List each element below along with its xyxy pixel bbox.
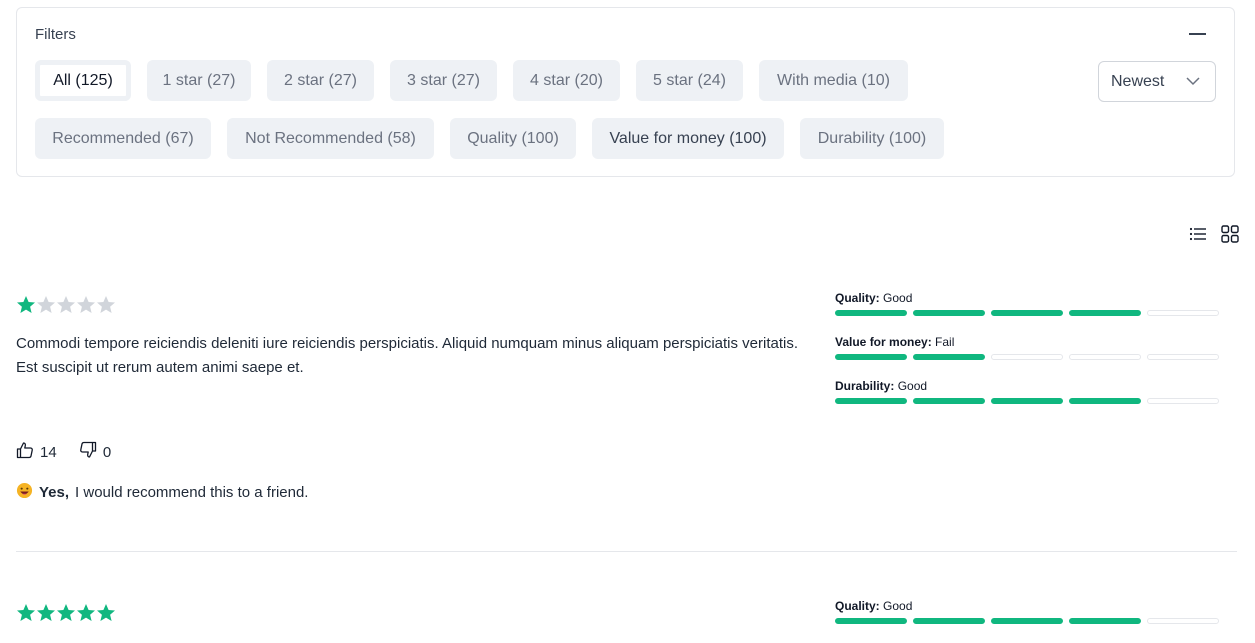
grid-view-icon[interactable] bbox=[1221, 225, 1239, 248]
filters-panel: Filters All (125) 1 star (27) 2 star (27… bbox=[16, 7, 1235, 177]
rating-bar-segment bbox=[835, 310, 907, 316]
filter-chip-4-star[interactable]: 4 star (20) bbox=[513, 60, 620, 101]
chevron-down-icon bbox=[1185, 73, 1201, 94]
filter-chip-all[interactable]: All (125) bbox=[35, 60, 131, 101]
rating-bar-segment bbox=[991, 354, 1063, 360]
rating-label: Durability: bbox=[835, 379, 895, 393]
helpful-count: 14 bbox=[40, 443, 57, 461]
rating-value: Fail bbox=[935, 335, 955, 349]
rating-bar-segment bbox=[1069, 398, 1141, 404]
list-view-icon[interactable] bbox=[1189, 225, 1207, 248]
attribute-ratings: Quality: Good Value for money: Fail Dura… bbox=[835, 291, 1221, 423]
rating-value: Good bbox=[883, 599, 913, 613]
sort-select[interactable]: Newest bbox=[1098, 61, 1216, 102]
rating-bar-segment bbox=[991, 398, 1063, 404]
rating-bar-segment bbox=[913, 354, 985, 360]
star-filled-icon bbox=[36, 603, 56, 623]
filter-chip-durability[interactable]: Durability (100) bbox=[800, 118, 944, 159]
rating-value: Good bbox=[897, 379, 928, 393]
rating-bar-segment bbox=[835, 354, 907, 360]
thumbs-up-icon bbox=[16, 441, 34, 463]
vote-buttons: 14 0 bbox=[16, 441, 129, 463]
star-rating bbox=[16, 295, 116, 315]
rating-bar-segment bbox=[1069, 354, 1141, 360]
rating-label: Quality: bbox=[835, 291, 880, 305]
star-filled-icon bbox=[76, 603, 96, 623]
rating-durability: Durability: Good bbox=[835, 379, 1221, 423]
rating-bars bbox=[835, 398, 1219, 404]
rating-bars bbox=[835, 354, 1219, 360]
star-empty-icon bbox=[56, 295, 76, 315]
rating-bar-segment bbox=[1069, 310, 1141, 316]
filter-chip-not-recommended[interactable]: Not Recommended (58) bbox=[227, 118, 434, 159]
rating-label: Quality: bbox=[835, 599, 880, 613]
filters-title: Filters bbox=[35, 26, 76, 43]
rating-bars bbox=[835, 618, 1219, 624]
recommendation: Yes, I would recommend this to a friend. bbox=[16, 482, 308, 503]
helpful-button[interactable]: 14 bbox=[16, 441, 57, 463]
filter-chip-value-for-money[interactable]: Value for money (100) bbox=[592, 118, 784, 159]
review-text: Commodi tempore reiciendis deleniti iure… bbox=[16, 335, 799, 376]
star-filled-icon bbox=[56, 603, 76, 623]
rating-bar-segment bbox=[991, 310, 1063, 316]
filter-chip-recommended[interactable]: Recommended (67) bbox=[35, 118, 211, 159]
filter-chip-2-star[interactable]: 2 star (27) bbox=[267, 60, 374, 101]
rating-value: Good bbox=[883, 291, 913, 305]
rating-bar-segment bbox=[913, 398, 985, 404]
rating-label: Value for money: bbox=[835, 335, 932, 349]
rating-bar-segment bbox=[835, 398, 907, 404]
rating-bar-segment bbox=[1069, 618, 1141, 624]
filter-chip-1-star[interactable]: 1 star (27) bbox=[147, 60, 251, 101]
recommend-text: I would recommend this to a friend. bbox=[75, 484, 309, 501]
not-helpful-count: 0 bbox=[102, 443, 112, 461]
collapse-icon[interactable] bbox=[1189, 33, 1206, 35]
rating-bar-segment bbox=[835, 618, 907, 624]
rating-quality: Quality: Good bbox=[835, 599, 1221, 643]
filter-chip-5-star[interactable]: 5 star (24) bbox=[636, 60, 743, 101]
recommend-yes: Yes, bbox=[39, 484, 70, 501]
rating-value-for-money: Value for money: Fail bbox=[835, 335, 1221, 379]
star-rating bbox=[16, 603, 116, 623]
rating-quality: Quality: Good bbox=[835, 291, 1221, 335]
rating-bar-segment bbox=[913, 618, 985, 624]
rating-bar-segment bbox=[1147, 618, 1219, 624]
filter-chip-with-media[interactable]: With media (10) bbox=[759, 60, 908, 101]
rating-bar-segment bbox=[1147, 398, 1219, 404]
star-filled-icon bbox=[16, 603, 36, 623]
rating-bar-segment bbox=[913, 310, 985, 316]
attribute-ratings: Quality: Good bbox=[835, 599, 1221, 643]
star-filled-icon bbox=[96, 603, 116, 623]
star-empty-icon bbox=[36, 295, 56, 315]
star-empty-icon bbox=[96, 295, 116, 315]
not-helpful-button[interactable]: 0 bbox=[79, 441, 111, 463]
rating-bar-segment bbox=[991, 618, 1063, 624]
filter-chip-quality[interactable]: Quality (100) bbox=[450, 118, 576, 159]
view-toggle bbox=[1189, 225, 1239, 245]
smile-emoji-icon bbox=[16, 482, 33, 503]
rating-bars bbox=[835, 310, 1219, 316]
star-filled-icon bbox=[16, 295, 36, 315]
thumbs-down-icon bbox=[79, 441, 97, 463]
filter-chip-3-star[interactable]: 3 star (27) bbox=[390, 60, 497, 101]
sort-selected-label: Newest bbox=[1111, 73, 1165, 90]
divider bbox=[16, 551, 1237, 552]
rating-bar-segment bbox=[1147, 354, 1219, 360]
rating-bar-segment bbox=[1147, 310, 1219, 316]
star-empty-icon bbox=[76, 295, 96, 315]
